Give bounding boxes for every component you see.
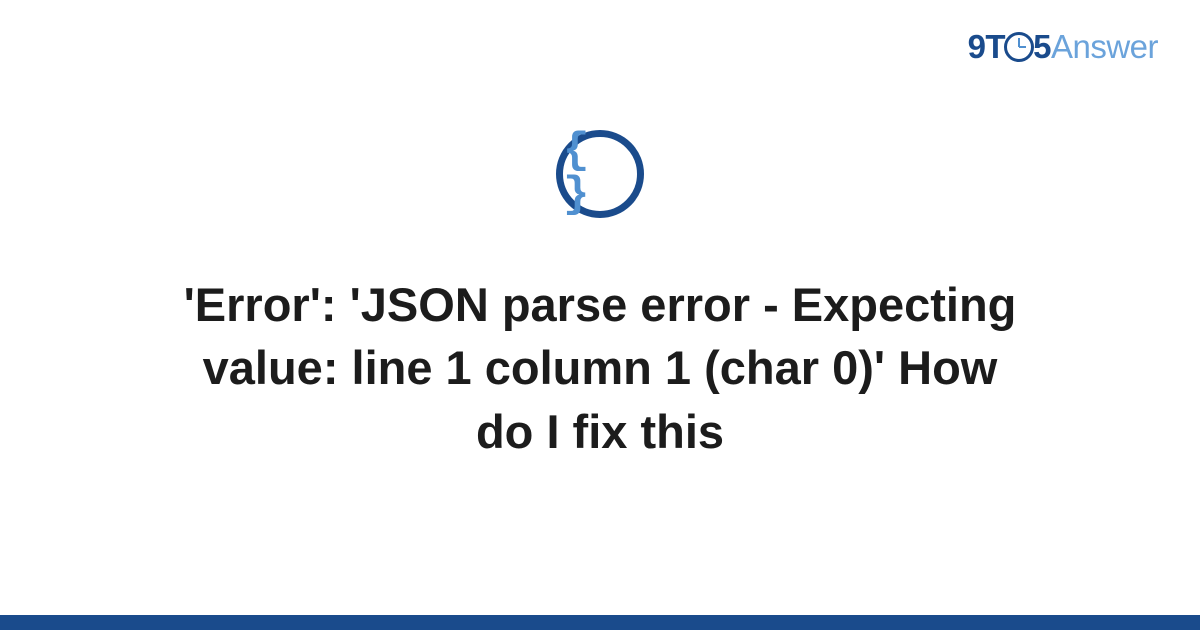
logo-five: 5	[1033, 28, 1051, 65]
json-braces-icon: { }	[563, 129, 637, 217]
topic-icon-circle: { }	[556, 130, 644, 218]
logo-nine: 9	[968, 28, 986, 65]
question-title: 'Error': 'JSON parse error - Expecting v…	[140, 273, 1060, 463]
clock-icon	[1004, 32, 1034, 62]
main-content: { } 'Error': 'JSON parse error - Expecti…	[0, 130, 1200, 463]
footer-bar	[0, 615, 1200, 630]
logo-t: T	[985, 28, 1005, 65]
site-logo: 9T5Answer	[968, 28, 1158, 66]
logo-answer: Answer	[1051, 28, 1158, 65]
